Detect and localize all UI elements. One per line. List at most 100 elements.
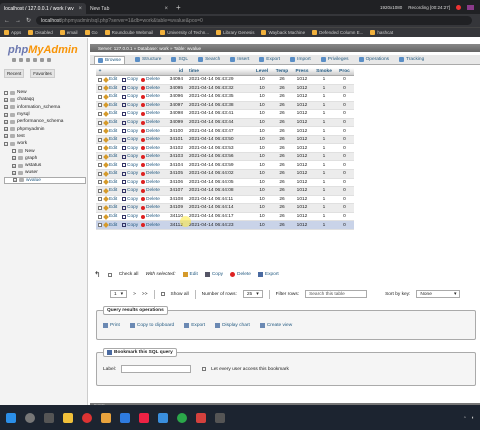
- row-edit-button[interactable]: Edit: [103, 162, 122, 169]
- checkbox[interactable]: [98, 103, 102, 108]
- row-delete-button[interactable]: Delete: [141, 180, 168, 185]
- column-header-smoke[interactable]: Smoke: [313, 69, 335, 74]
- row-delete-button[interactable]: Delete: [141, 137, 168, 142]
- column-header-id[interactable]: id: [168, 69, 185, 74]
- row-edit-button[interactable]: Edit: [103, 85, 122, 92]
- expand-icon[interactable]: +: [4, 97, 8, 102]
- tree-item[interactable]: - work: [4, 140, 86, 147]
- row-delete-button[interactable]: Delete: [141, 214, 168, 219]
- row-delete-button[interactable]: Delete: [141, 205, 168, 210]
- bookmark-apps[interactable]: Apps: [4, 30, 21, 35]
- bookmark-disabled[interactable]: Disabled: [28, 30, 53, 35]
- bookmark-roundcube[interactable]: Roundcube Webmail: [104, 30, 153, 35]
- show-all-label[interactable]: Show all: [171, 292, 189, 297]
- column-header-proc[interactable]: Proc: [335, 69, 354, 74]
- tree-item[interactable]: + test: [4, 133, 86, 140]
- row-copy-button[interactable]: Copy: [122, 129, 141, 134]
- column-header-time[interactable]: time: [185, 69, 251, 74]
- page-select[interactable]: 1 ▾: [110, 290, 128, 298]
- row-copy-button[interactable]: Copy: [122, 223, 141, 228]
- tab-browse[interactable]: Browse: [94, 55, 125, 64]
- row-delete-button[interactable]: Delete: [141, 154, 168, 159]
- expand-icon[interactable]: +: [12, 170, 16, 175]
- bookmark-label-input[interactable]: [121, 365, 192, 373]
- tab-structure[interactable]: Structure: [135, 57, 161, 62]
- row-copy-button[interactable]: Copy: [122, 163, 141, 168]
- tab-export[interactable]: Export: [259, 57, 280, 62]
- file-explorer-icon[interactable]: [63, 412, 73, 423]
- rows-select[interactable]: 25 ▾: [242, 290, 263, 298]
- row-copy-button[interactable]: Copy: [122, 86, 141, 91]
- checkbox[interactable]: [98, 146, 102, 151]
- row-delete-button[interactable]: Delete: [141, 223, 168, 228]
- tree-item[interactable]: + wvalue: [4, 176, 86, 184]
- checkbox[interactable]: [98, 86, 102, 91]
- row-delete-button[interactable]: Delete: [141, 111, 168, 116]
- bookmark-wayback[interactable]: Wayback Machine: [261, 30, 305, 35]
- browser-tab-new[interactable]: New Tab ×: [86, 3, 172, 14]
- task-view-icon[interactable]: [44, 412, 54, 423]
- checkbox[interactable]: [98, 137, 102, 142]
- row-copy-button[interactable]: Copy: [122, 146, 141, 151]
- expand-icon[interactable]: +: [13, 178, 17, 183]
- row-copy-button[interactable]: Copy: [122, 94, 141, 99]
- home-icon[interactable]: [12, 58, 16, 62]
- close-icon[interactable]: ×: [164, 6, 168, 12]
- checkbox[interactable]: [98, 77, 102, 82]
- row-copy-button[interactable]: Copy: [122, 197, 141, 202]
- row-copy-button[interactable]: Copy: [122, 154, 141, 159]
- print-button[interactable]: Print: [103, 323, 120, 328]
- checkbox[interactable]: [98, 180, 102, 185]
- expand-icon[interactable]: +: [12, 156, 16, 161]
- opera-icon[interactable]: [82, 412, 92, 423]
- tab-tracking[interactable]: Tracking: [399, 57, 424, 62]
- tree-item[interactable]: New: [4, 89, 86, 96]
- checkbox[interactable]: [98, 223, 102, 228]
- expand-icon[interactable]: +: [4, 105, 8, 110]
- checkbox[interactable]: [98, 197, 102, 202]
- row-delete-button[interactable]: Delete: [141, 77, 168, 82]
- tree-item[interactable]: + performance_schema: [4, 118, 86, 125]
- app-icon[interactable]: [101, 412, 111, 423]
- docs-icon[interactable]: [33, 58, 37, 62]
- expand-icon[interactable]: [12, 149, 16, 154]
- column-header-press[interactable]: Press: [291, 69, 313, 74]
- row-copy-button[interactable]: Copy: [122, 180, 141, 185]
- expand-icon[interactable]: +: [4, 119, 8, 124]
- row-delete-button[interactable]: Delete: [141, 188, 168, 193]
- expand-icon[interactable]: [4, 90, 8, 95]
- row-edit-button[interactable]: Edit: [103, 128, 122, 134]
- tree-item[interactable]: + graph: [4, 155, 86, 162]
- app-icon[interactable]: [196, 412, 206, 423]
- copy-to-clipboard-button[interactable]: Copy to clipboard: [129, 323, 174, 328]
- row-copy-button[interactable]: Copy: [122, 77, 141, 82]
- selected-export-button[interactable]: Export: [257, 272, 279, 277]
- record-icon[interactable]: [456, 4, 461, 10]
- row-edit-button[interactable]: Edit: [103, 179, 122, 186]
- row-copy-button[interactable]: Copy: [122, 111, 141, 116]
- column-header-level[interactable]: Level: [251, 69, 273, 74]
- show-all-checkbox[interactable]: [160, 292, 165, 296]
- row-delete-button[interactable]: Delete: [141, 120, 168, 125]
- row-edit-button[interactable]: Edit: [103, 170, 122, 177]
- app-icon[interactable]: [139, 412, 149, 423]
- stop-icon[interactable]: [467, 4, 474, 10]
- row-edit-button[interactable]: Edit: [103, 136, 122, 143]
- checkbox[interactable]: [98, 205, 102, 210]
- check-all-label[interactable]: Check all: [119, 272, 139, 277]
- url-field[interactable]: localhost/phpmyadmin/sql.php?server=1&db…: [36, 16, 472, 25]
- logout-icon[interactable]: [19, 58, 23, 62]
- tab-import[interactable]: Import: [290, 57, 311, 62]
- row-delete-button[interactable]: Delete: [141, 129, 168, 134]
- bookmark-defended[interactable]: Defended Column E...: [312, 30, 363, 35]
- row-copy-button[interactable]: Copy: [122, 137, 141, 142]
- row-copy-button[interactable]: Copy: [122, 214, 141, 219]
- checkbox[interactable]: [98, 111, 102, 116]
- volume-icon[interactable]: ◖: [471, 415, 474, 421]
- row-edit-button[interactable]: Edit: [103, 222, 122, 228]
- tree-item[interactable]: + wstatus: [4, 162, 86, 169]
- tab-search[interactable]: Search: [198, 57, 220, 62]
- row-edit-button[interactable]: Edit: [103, 111, 122, 117]
- browser-tab-phpmyadmin[interactable]: localhost / 127.0.0.1 / work / wv ×: [0, 3, 86, 14]
- checkbox[interactable]: [98, 129, 102, 134]
